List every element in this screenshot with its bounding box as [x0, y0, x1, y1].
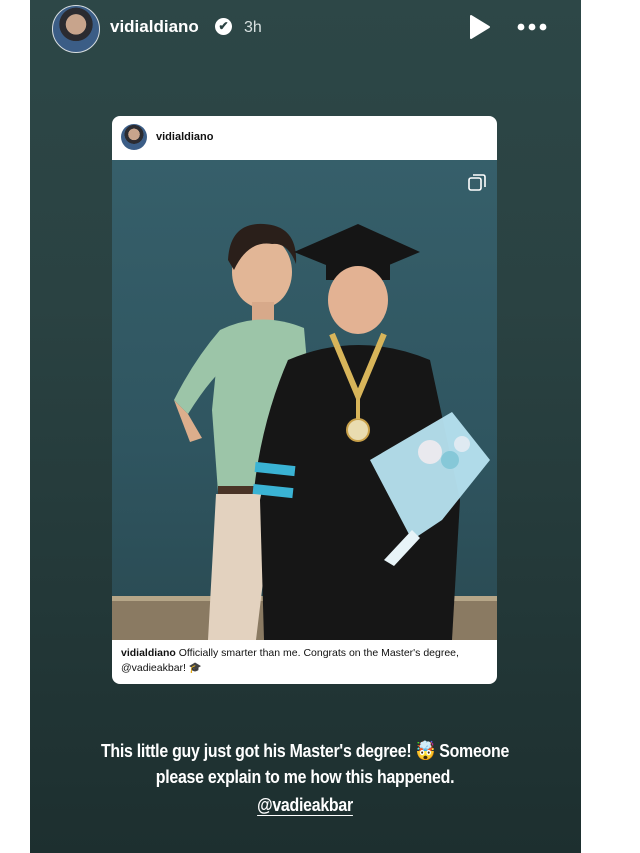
story-header: vidialdiano ✔ 3h: [30, 0, 581, 58]
carousel-icon: [468, 174, 486, 191]
overlay-line-1: This little guy just got his Master's de…: [100, 740, 510, 761]
post-header: vidialdiano: [112, 116, 497, 160]
shared-post-card[interactable]: vidialdiano vidialdiano Officially smart…: [112, 116, 497, 684]
mention-link[interactable]: @vadieakbar: [257, 792, 353, 818]
overlay-line-2: please explain to me how this happened.: [155, 766, 455, 787]
more-dots-icon[interactable]: [514, 15, 550, 39]
post-username: vidialdiano: [156, 131, 214, 143]
play-icon[interactable]: [467, 14, 491, 40]
post-photo: [112, 160, 497, 640]
post-avatar: [121, 124, 147, 150]
verified-badge-icon: ✔: [215, 18, 232, 35]
story-viewer: vidialdiano ✔ 3h vidialdiano vidialdiano…: [30, 0, 581, 853]
story-caption-overlay: This little guy just got his Master's de…: [94, 738, 515, 818]
story-username[interactable]: vidialdiano: [110, 17, 199, 37]
profile-avatar[interactable]: [52, 5, 100, 53]
story-timestamp: 3h: [244, 19, 262, 36]
post-caption: vidialdiano Officially smarter than me. …: [121, 646, 489, 676]
caption-username: vidialdiano: [121, 647, 176, 659]
